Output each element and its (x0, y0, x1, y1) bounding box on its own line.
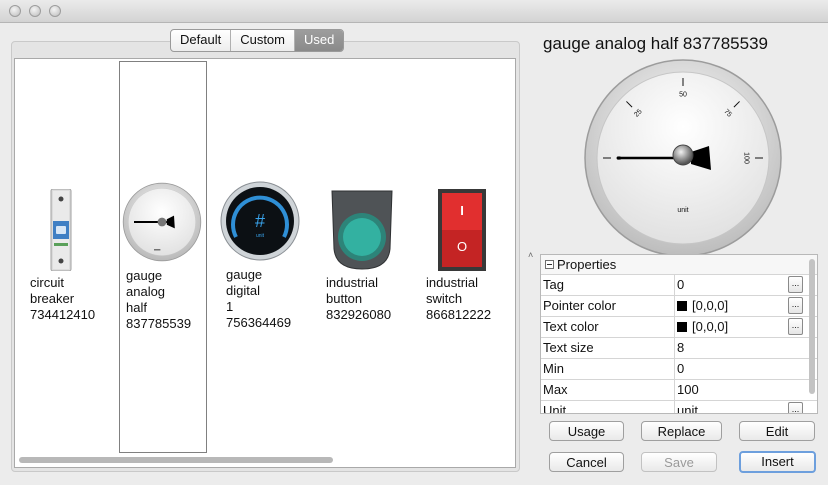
digital-gauge-thumbnail: # unit (220, 181, 300, 261)
circuit-breaker-icon (50, 189, 72, 271)
symbol-item-industrial-button[interactable]: industrial button 832926080 (320, 59, 410, 449)
usage-button[interactable]: Usage (549, 421, 624, 441)
tab-used[interactable]: Used (295, 30, 344, 51)
replace-button[interactable]: Replace (641, 421, 722, 441)
properties-vertical-scrollbar[interactable] (809, 259, 815, 394)
property-row[interactable]: Max 100 (541, 380, 817, 401)
property-value[interactable]: 100 (677, 380, 699, 400)
symbol-item-gauge-analog-half[interactable]: gauge analog half 837785539 (119, 61, 207, 453)
property-value-text: 0 (677, 361, 685, 376)
property-row[interactable]: Text color [0,0,0]... (541, 317, 817, 338)
property-value-text: 0 (677, 277, 685, 292)
property-row[interactable]: Pointer color [0,0,0]... (541, 296, 817, 317)
property-value[interactable]: [0,0,0] (677, 296, 728, 316)
symbol-label: industrial button 832926080 (326, 275, 392, 322)
property-row[interactable]: Tag 0... (541, 275, 817, 296)
switch-off-glyph: O (457, 239, 467, 254)
property-name: Pointer color (543, 298, 616, 313)
switch-on-glyph: I (460, 203, 464, 218)
property-value-text: 100 (677, 382, 699, 397)
symbol-list: circuit breaker 734412410 gauge analog h… (14, 58, 516, 468)
digital-gauge-glyph: # (255, 211, 265, 231)
property-value-text: [0,0,0] (692, 319, 729, 334)
tab-default[interactable]: Default (171, 30, 232, 51)
symbol-item-industrial-switch[interactable]: I O industrial switch 866812222 (420, 59, 510, 449)
zoom-window-button[interactable] (49, 5, 61, 17)
property-value-text: [0,0,0] (692, 298, 729, 313)
industrial-button-thumbnail (331, 190, 393, 270)
gauge-hub (672, 144, 694, 166)
property-name: Text size (543, 340, 594, 355)
title-bar (0, 0, 828, 23)
gauge-tick-label: 50 (679, 92, 687, 99)
property-name: Text color (543, 319, 599, 334)
industrial-switch-thumbnail: I O (438, 189, 486, 271)
color-swatch (677, 322, 687, 332)
preview-gauge: 0255075100 unit (584, 59, 782, 257)
symbol-list-horizontal-scrollbar[interactable] (19, 457, 333, 463)
property-row[interactable]: Unit unit... (541, 401, 817, 414)
property-name: Unit (543, 403, 567, 414)
symbol-label: gauge analog half 837785539 (126, 268, 192, 331)
properties-panel: Properties Tag 0... Pointer color [0,0,0]..… (540, 254, 818, 414)
gauge-unit-label: unit (677, 207, 688, 214)
minimize-window-button[interactable] (29, 5, 41, 17)
analog-gauge-thumbnail (122, 182, 202, 262)
property-value[interactable]: 0 (677, 275, 684, 295)
property-row[interactable]: Min 0 (541, 359, 817, 380)
ellipsis-button[interactable]: ... (788, 297, 803, 314)
cancel-button[interactable]: Cancel (549, 452, 624, 472)
property-row[interactable]: Text size 8 (541, 338, 817, 359)
properties-header-label: Properties (557, 257, 617, 272)
property-value-text: 8 (677, 340, 685, 355)
color-swatch (677, 301, 687, 311)
property-value[interactable]: 0 (677, 359, 684, 379)
ellipsis-button[interactable]: ... (788, 276, 803, 293)
property-name: Max (543, 382, 568, 397)
close-window-button[interactable] (9, 5, 21, 17)
library-tabs: Default Custom Used (170, 29, 345, 52)
property-value[interactable]: [0,0,0] (677, 317, 728, 337)
gauge-tick-label: 100 (743, 152, 750, 164)
property-value[interactable]: unit (677, 401, 698, 414)
symbol-item-gauge-digital-1[interactable]: # unit gauge digital 1 756364469 (220, 59, 310, 449)
digital-gauge-unit: unit (256, 233, 265, 239)
insert-button[interactable]: Insert (739, 451, 816, 473)
property-name: Tag (543, 277, 564, 292)
ellipsis-button[interactable]: ... (788, 402, 803, 413)
splitter-handle-icon[interactable]: ˄ (528, 250, 533, 260)
symbol-item-circuit-breaker[interactable]: circuit breaker 734412410 (20, 59, 110, 449)
property-value[interactable]: 8 (677, 338, 684, 358)
edit-button[interactable]: Edit (739, 421, 815, 441)
symbol-label: circuit breaker 734412410 (30, 275, 96, 322)
property-name: Min (543, 361, 564, 376)
tab-custom[interactable]: Custom (231, 30, 295, 51)
property-value-text: unit (677, 403, 698, 414)
symbol-library-window: Default Custom Used circuit breaker 7344… (0, 0, 828, 485)
save-button[interactable]: Save (641, 452, 717, 472)
symbol-label: industrial switch 866812222 (426, 275, 492, 322)
preview-title: gauge analog half 837785539 (543, 34, 768, 53)
ellipsis-button[interactable]: ... (788, 318, 803, 335)
properties-header[interactable]: Properties (541, 255, 817, 275)
symbol-label: gauge digital 1 756364469 (226, 267, 292, 330)
collapse-icon[interactable] (545, 260, 554, 269)
properties-rows: Tag 0... Pointer color [0,0,0]... Text color… (541, 275, 817, 414)
